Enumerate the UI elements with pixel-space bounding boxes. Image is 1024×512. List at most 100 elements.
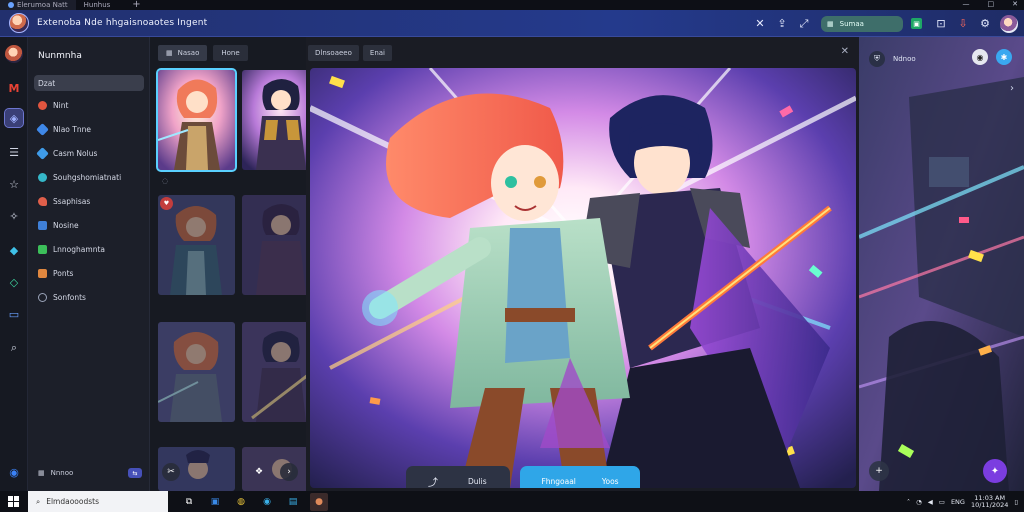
minimize-button[interactable]: — [963, 0, 970, 10]
edge-icon[interactable]: ◉ [258, 493, 276, 511]
sidebar-item-label: Casm Nolus [53, 148, 98, 158]
thumbnail-tab-0[interactable]: ▦ Nasao [158, 45, 208, 61]
sidebar-item-label: Ssaphisas [53, 196, 91, 206]
sidebar-item-label: Souhgshomiatnati [53, 172, 122, 182]
thumbnail-image[interactable] [158, 195, 235, 295]
thumbnail-tab-label: Nasao [177, 49, 200, 57]
explorer-icon[interactable]: ▣ [206, 493, 224, 511]
sidebar-item-label: Dzat [38, 78, 56, 88]
sidebar-title: Nunmnha [38, 51, 82, 61]
sidebar-item-4[interactable]: Souhgshomiatnati [34, 169, 144, 185]
share-icon[interactable]: ⇪ [773, 15, 791, 33]
header-search-button[interactable]: ▦ Sumaa [821, 15, 903, 32]
task-view-icon[interactable]: ⧉ [180, 493, 198, 511]
tag-icon[interactable]: ◇ [5, 273, 23, 291]
grid-icon: ▦ [166, 49, 173, 57]
main-artwork[interactable]: ⤴ Dulis Fhngoaal Yoos ⤡ [310, 68, 856, 488]
layers-icon[interactable]: ◆ [5, 241, 23, 259]
info-icon: ◌ [162, 177, 169, 185]
shuffle-icon[interactable]: ❖ [250, 463, 268, 481]
windows-start-icon[interactable] [4, 491, 22, 512]
status-icon[interactable]: ▣ [911, 18, 922, 29]
generate-button-label: Fhngoaal [541, 476, 576, 486]
sidebar-item-3[interactable]: Casm Nolus [34, 145, 144, 161]
gmail-icon[interactable]: M [5, 79, 23, 97]
details-button-label: Dulis [468, 476, 487, 486]
close-window-button[interactable]: ✕ [1012, 0, 1018, 10]
badge-icon[interactable]: ✧ [5, 207, 23, 225]
header-search-label: Sumaa [839, 19, 864, 28]
notification-icon[interactable]: ▯ [1014, 498, 1018, 506]
close-icon[interactable]: ✕ [841, 46, 849, 57]
profile-icon[interactable] [5, 45, 23, 63]
snowflake-icon[interactable]: ✱ [996, 49, 1012, 65]
thumbnail-tab-1[interactable]: Hone [213, 45, 248, 61]
bookmark-icon[interactable]: ⊡ [932, 15, 950, 33]
next-icon[interactable]: › [280, 463, 298, 481]
sidebar-item-5[interactable]: Ssaphisas [34, 193, 144, 209]
sidebar-item-0[interactable]: Dzat [34, 75, 144, 91]
anime-girl-thumbnail [158, 195, 235, 295]
chrome-icon[interactable]: ◍ [232, 493, 250, 511]
settings-icon[interactable]: ⚙ [976, 15, 994, 33]
search-icon[interactable]: ⌕ [5, 339, 23, 357]
edge-icon[interactable]: ◉ [5, 463, 23, 481]
wifi-icon[interactable]: ◔ [916, 498, 922, 506]
sidebar-footer-badge[interactable]: ⇆ [128, 468, 142, 478]
preview-label: Ndnoo [893, 55, 916, 63]
chevron-right-icon[interactable]: › [1010, 83, 1014, 94]
shuffle-icon[interactable]: ✕ [751, 15, 769, 33]
shield-icon[interactable]: ⛨ [869, 51, 885, 67]
gallery-icon[interactable]: ◈ [4, 108, 24, 128]
bag-icon[interactable]: ▭ [5, 305, 23, 323]
app-header: Extenoba Nde hhgaisnoaotes Ingent ✕ ⇪ ⤢ … [0, 10, 1024, 37]
maximize-button[interactable]: □ [988, 0, 995, 10]
new-tab-button[interactable]: + [132, 0, 140, 10]
image-icon [36, 122, 49, 136]
active-app-icon[interactable]: ● [310, 492, 328, 511]
chevron-up-icon[interactable]: ˄ [907, 498, 910, 506]
viewer-tab-1[interactable]: Enai [362, 45, 392, 61]
app-avatar[interactable] [9, 13, 29, 33]
sidebar-item-6[interactable]: Nosine [34, 217, 144, 233]
sidebar-item-1[interactable]: Nint [34, 97, 144, 113]
clock[interactable]: 11:03 AM 10/11/2024 [971, 494, 1008, 509]
leaf-icon [38, 244, 47, 254]
battery-icon[interactable]: ▭ [939, 498, 945, 506]
generate-button-sublabel: Yoos [601, 476, 619, 486]
page-title: Extenoba Nde hhgaisnoaotes Ingent [37, 18, 208, 28]
database-icon[interactable]: ☰ [5, 143, 23, 161]
magic-icon[interactable]: ✦ [983, 459, 1007, 483]
browser-tab-2[interactable]: Hunhus [76, 0, 119, 10]
thumbnail-image[interactable] [158, 322, 235, 422]
favorite-badge[interactable]: ♥ [160, 197, 173, 210]
sidebar-footer[interactable]: ▦ Nnnoo ⇆ [34, 465, 144, 481]
thumbnail-image[interactable] [156, 68, 237, 172]
viewer-tab-0[interactable]: Dlnsoaeeo [308, 45, 359, 61]
details-button[interactable]: ⤴ Dulis [406, 466, 510, 488]
sidebar-item-label: Nosine [53, 220, 79, 230]
star-icon[interactable]: ☆ [5, 175, 23, 193]
sidebar-item-9[interactable]: Sonfonts [34, 289, 144, 305]
store-icon[interactable]: ▤ [284, 493, 302, 511]
prev-icon[interactable]: ✂ [162, 463, 180, 481]
sidebar-item-2[interactable]: Nlao Tnne [34, 121, 144, 137]
sidebar-item-label: Nlao Tnne [53, 124, 91, 134]
browser-tab-1[interactable]: Elerumoa Natt [0, 0, 76, 10]
download-icon[interactable]: ⇩ [954, 15, 972, 33]
generate-button[interactable]: Fhngoaal Yoos [520, 466, 640, 488]
thumbnail-tabs: ▦ Nasao Hone [158, 45, 248, 61]
taskbar-search-input[interactable]: ⌕ Elmdaooodsts [28, 491, 168, 512]
volume-icon[interactable]: ◀ [928, 498, 933, 506]
user-avatar[interactable] [1000, 14, 1018, 33]
expand-icon[interactable]: ⤢ [795, 15, 813, 33]
preview-header: ⛨ Ndnoo [869, 51, 916, 67]
eye-icon[interactable]: ◉ [972, 49, 988, 65]
gear-icon [38, 292, 47, 302]
language-indicator[interactable]: ENG [951, 498, 965, 506]
sidebar-item-8[interactable]: Ponts [34, 265, 144, 281]
add-icon[interactable]: + [869, 461, 889, 481]
globe-icon [38, 172, 47, 182]
square-icon [38, 220, 47, 230]
sidebar-item-7[interactable]: Lnnoghamnta [34, 241, 144, 257]
